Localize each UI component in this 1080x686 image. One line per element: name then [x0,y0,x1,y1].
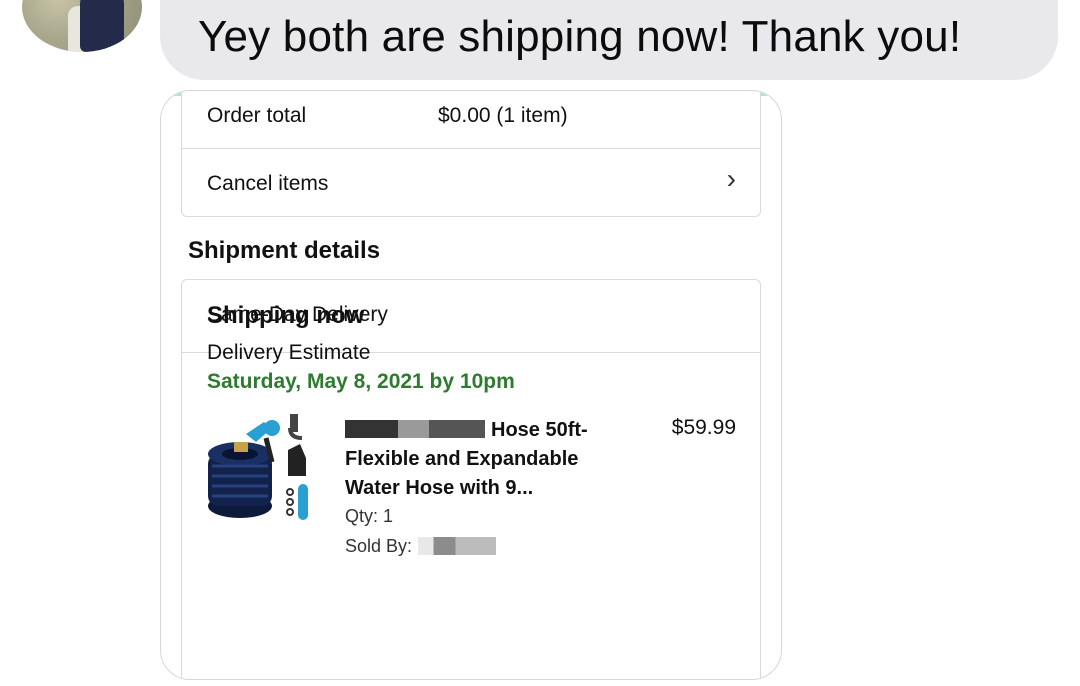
product-image[interactable] [206,414,318,526]
hose-product-icon [208,414,308,520]
sold-by-row: Sold By: [345,536,497,557]
avatar-figure [80,0,124,52]
cancel-items-label: Cancel items [207,172,329,195]
delivery-estimate-label: Delivery Estimate [207,341,371,364]
sold-by-label: Sold By: [345,536,413,556]
order-total-label: Order total [207,104,307,127]
cancel-items-row[interactable]: Cancel items › [182,149,760,215]
order-total-value: $0.00 (1 item) [438,104,568,127]
shipping-status: Shipping now [207,302,365,329]
order-screenshot-card: Order total $0.00 (1 item) Cancel items … [160,90,782,680]
shipment-box: Same-Day Delivery Shipping now Delivery … [181,279,761,679]
product-qty: Qty: 1 [345,506,394,526]
shipment-details-title: Shipment details [188,237,381,264]
redacted-brand [345,420,485,438]
message-bubble[interactable]: Yey both are shipping now! Thank you! [160,0,1058,80]
order-summary-box: Order total $0.00 (1 item) Cancel items … [181,91,761,217]
redacted-seller [418,537,497,555]
message-text: Yey both are shipping now! Thank you! [198,12,962,61]
product-title-link[interactable]: Hose 50ft- Flexible and Expandable Water… [345,416,625,503]
product-price: $59.99 [671,416,736,439]
contact-avatar[interactable] [22,0,142,52]
delivery-estimate-date: Saturday, May 8, 2021 by 10pm [207,370,515,393]
chevron-right-icon: › [726,163,736,194]
